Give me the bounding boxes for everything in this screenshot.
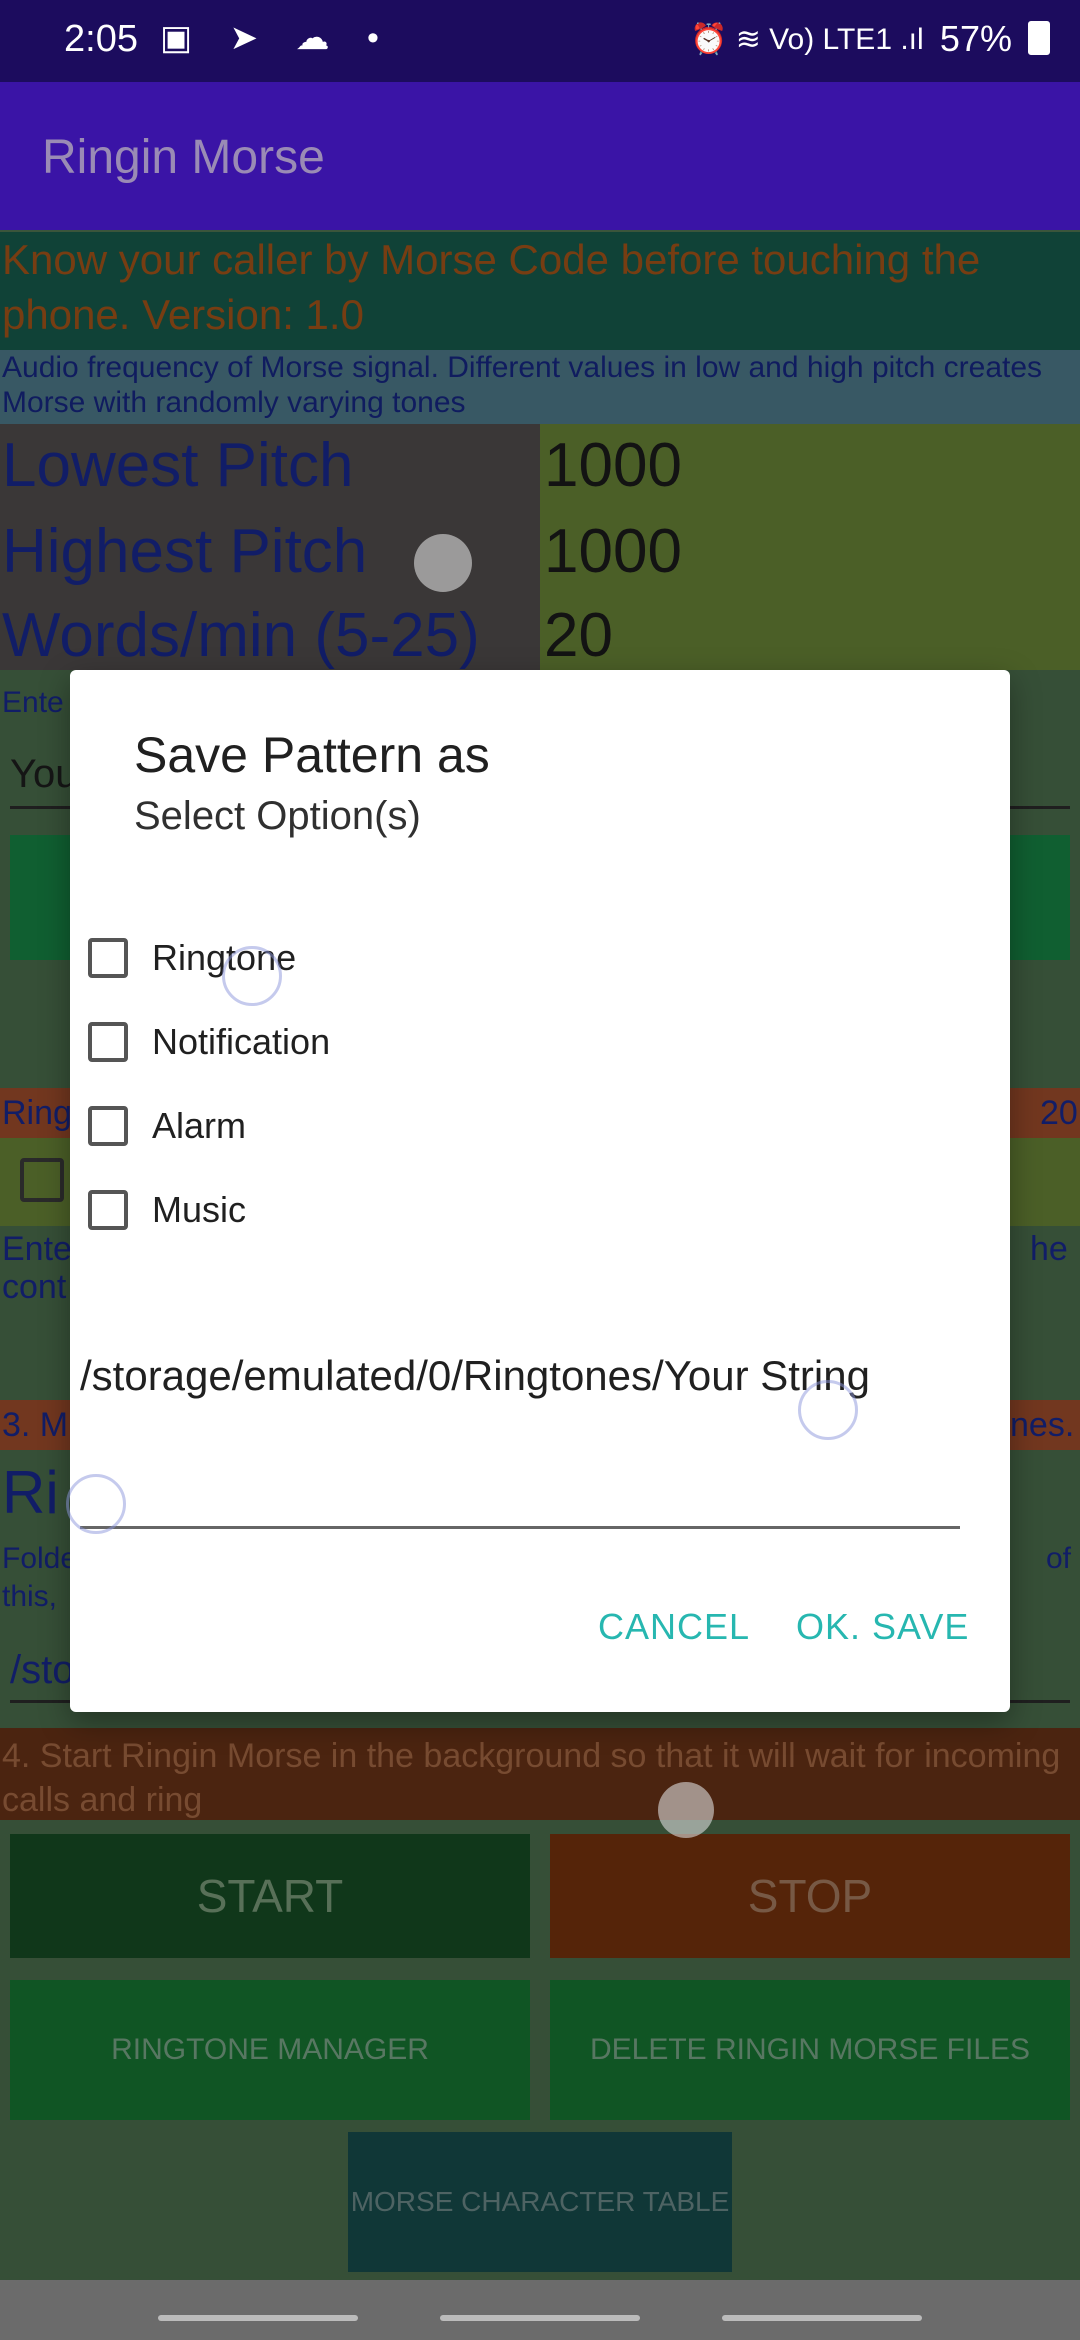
navigation-bar (0, 2280, 1080, 2340)
option-music-label: Music (152, 1189, 247, 1230)
option-alarm-label: Alarm (152, 1105, 247, 1146)
touch-ripple-3 (66, 1474, 126, 1534)
path-underline (80, 1526, 960, 1529)
touch-indicator-2 (658, 1782, 714, 1838)
option-alarm[interactable]: Alarm (88, 1096, 246, 1156)
notification-icons: ▣ ➤ ☁ • (160, 19, 393, 57)
battery-icon (1028, 21, 1050, 55)
option-music[interactable]: Music (88, 1180, 246, 1240)
option-notification-label: Notification (152, 1021, 331, 1062)
save-pattern-dialog: Save Pattern as Select Option(s) Rington… (66, 670, 1010, 1712)
nav-home-handle[interactable] (440, 2315, 640, 2321)
nav-recents-handle[interactable] (158, 2315, 358, 2321)
checkbox-music[interactable] (88, 1190, 128, 1230)
system-icons: ⏰ ≋ Vo) LTE1 .ıl (690, 23, 924, 56)
app-title: Ringin Morse (42, 131, 325, 184)
touch-indicator (414, 534, 472, 592)
cancel-button[interactable]: CANCEL (598, 1606, 750, 1648)
touch-ripple-2 (798, 1380, 858, 1440)
dialog-subtitle: Select Option(s) (134, 794, 421, 838)
status-time: 2:05 (64, 18, 138, 60)
option-notification[interactable]: Notification (88, 1012, 330, 1072)
ok-save-button[interactable]: OK. SAVE (796, 1606, 969, 1648)
checkbox-alarm[interactable] (88, 1106, 128, 1146)
checkbox-notification[interactable] (88, 1022, 128, 1062)
battery-level: 57% (940, 18, 1050, 60)
checkbox-ringtone[interactable] (88, 938, 128, 978)
nav-back-handle[interactable] (722, 2315, 922, 2321)
touch-ripple (222, 946, 282, 1006)
dialog-title: Save Pattern as (134, 727, 490, 783)
